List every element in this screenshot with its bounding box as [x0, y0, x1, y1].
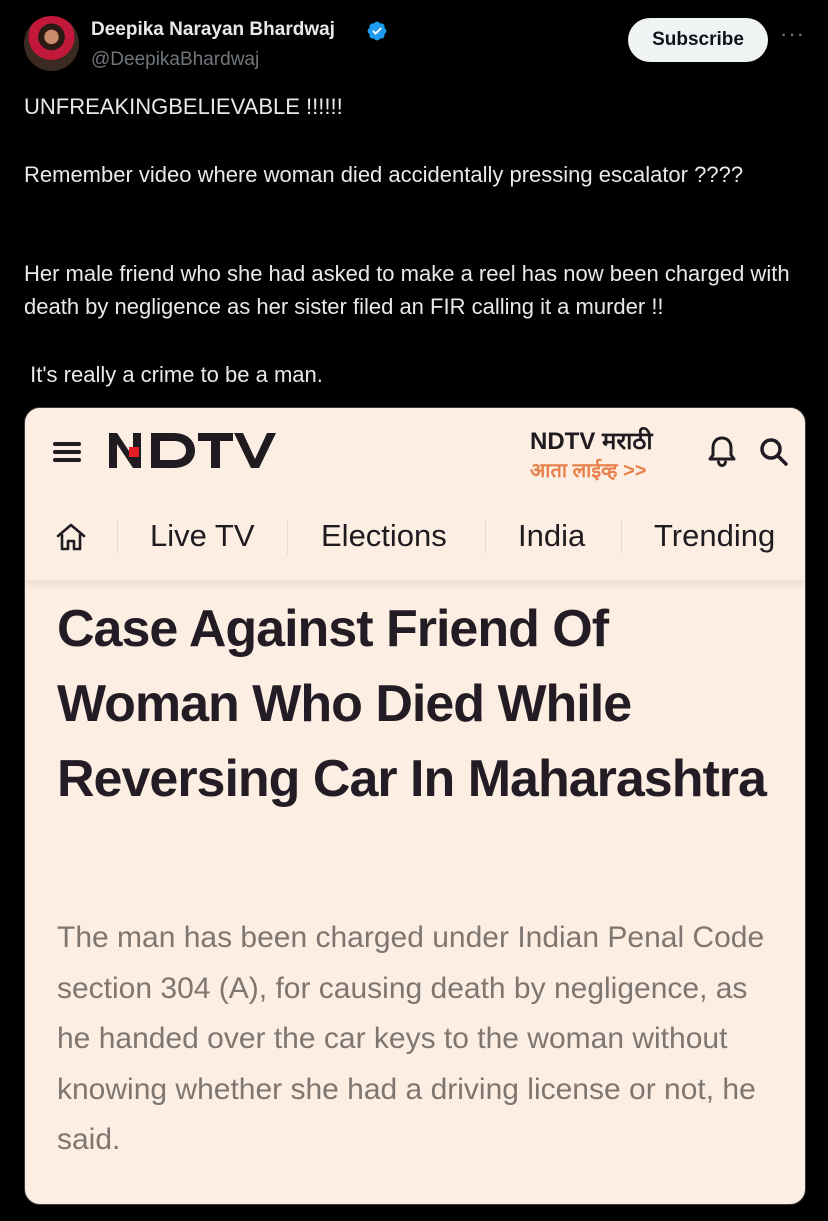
tweet-header: Deepika Narayan Bhardwaj @DeepikaBhardwa…	[24, 16, 814, 76]
home-icon[interactable]	[55, 522, 87, 552]
nav-divider	[287, 520, 288, 554]
verified-badge-icon	[367, 21, 387, 41]
nav-divider	[621, 520, 622, 554]
author-name[interactable]: Deepika Narayan Bhardwaj	[91, 19, 335, 41]
nav-item-trending[interactable]: Trending	[654, 518, 775, 554]
author-handle[interactable]: @DeepikaBhardwaj	[91, 49, 259, 71]
site-header: NDTV मराठी आता लाईव्ह >> Live TV Electio…	[25, 408, 805, 580]
nav-item-india[interactable]: India	[518, 518, 585, 554]
site-nav: Live TV Elections India Trending	[25, 508, 805, 566]
menu-icon[interactable]	[53, 440, 81, 464]
more-options-icon[interactable]: ···	[780, 23, 804, 50]
marathi-title: NDTV मराठी	[530, 428, 653, 455]
tweet-paragraph: UNFREAKINGBELIEVABLE !!!!!!	[24, 94, 343, 119]
bell-icon[interactable]	[705, 434, 739, 468]
subscribe-button[interactable]: Subscribe	[628, 18, 768, 62]
article-summary: The man has been charged under Indian Pe…	[57, 921, 765, 1156]
ndtv-logo[interactable]	[107, 430, 282, 470]
avatar[interactable]	[24, 16, 79, 71]
search-icon[interactable]	[758, 436, 790, 468]
nav-item-live-tv[interactable]: Live TV	[150, 518, 255, 554]
tweet-paragraph: It's really a crime to be a man.	[24, 362, 323, 387]
tweet-paragraph: Remember video where woman died accident…	[24, 162, 744, 187]
tweet-paragraph: Her male friend who she had asked to mak…	[24, 261, 790, 319]
nav-item-elections[interactable]: Elections	[321, 518, 447, 554]
marathi-live-label: आता लाईव्ह >>	[530, 460, 647, 482]
nav-divider	[117, 520, 118, 554]
nav-divider	[485, 520, 486, 554]
link-preview-card[interactable]: NDTV मराठी आता लाईव्ह >> Live TV Electio…	[24, 407, 806, 1205]
article-headline[interactable]: Case Against Friend Of Woman Who Died Wh…	[57, 592, 777, 817]
ndtv-marathi-link[interactable]: NDTV मराठी आता लाईव्ह >>	[530, 424, 690, 484]
